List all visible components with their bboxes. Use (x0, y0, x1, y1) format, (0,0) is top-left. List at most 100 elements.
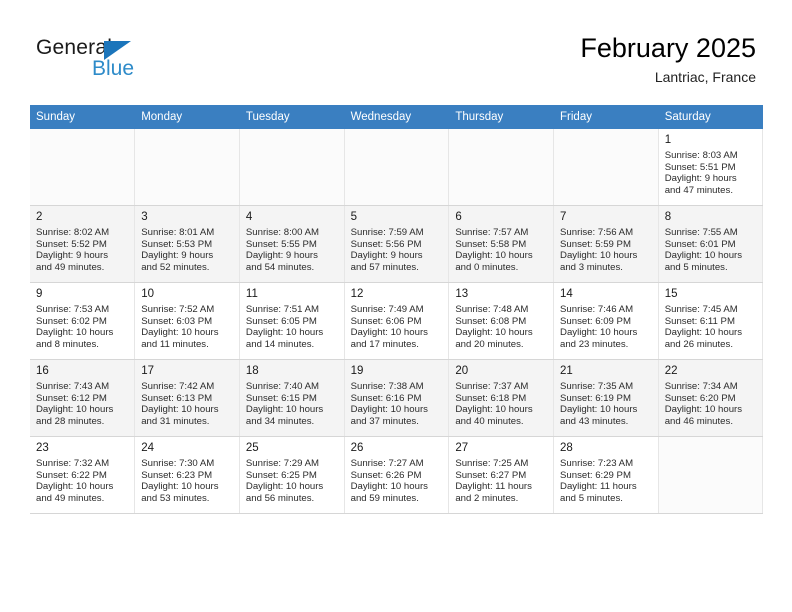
day-sunset-text: Sunset: 6:22 PM (36, 469, 107, 481)
day-number: 19 (350, 365, 364, 377)
weekday-header-friday: Friday (553, 105, 659, 129)
day-sun-info: Sunrise: 7:25 AM Sunset: 6:27 PM Daylight:… (455, 458, 548, 504)
day-daylight-line2-text: and 11 minutes. (141, 338, 209, 350)
weekday-header-tuesday: Tuesday (239, 105, 345, 129)
day-cell-content: 24 Sunrise: 7:30 AM Sunset: 6:23 PM Dayligh… (135, 437, 239, 513)
day-sunset-text: Sunset: 5:59 PM (560, 238, 631, 250)
day-daylight-line2-text: and 49 minutes. (36, 492, 105, 504)
day-sun-info: Sunrise: 7:56 AM Sunset: 5:59 PM Daylight:… (560, 227, 653, 273)
day-daylight-line1-text: Daylight: 10 hours (664, 327, 743, 339)
day-daylight-line2-text: and 56 minutes. (245, 492, 315, 504)
brand-logo[interactable]: General Blue (36, 36, 166, 84)
calendar-day-cell[interactable]: 25 Sunrise: 7:29 AM Sunset: 6:25 PM Dayligh… (239, 436, 345, 514)
calendar-day-cell[interactable]: 24 Sunrise: 7:30 AM Sunset: 6:23 PM Dayligh… (134, 436, 240, 514)
calendar-cell-empty (239, 129, 345, 206)
calendar-day-cell[interactable]: 26 Sunrise: 7:27 AM Sunset: 6:26 PM Dayligh… (344, 436, 450, 514)
calendar-day-cell[interactable]: 12 Sunrise: 7:49 AM Sunset: 6:06 PM Dayligh… (344, 282, 450, 360)
calendar-day-cell[interactable]: 4 Sunrise: 8:00 AM Sunset: 5:55 PM Daylight… (239, 205, 345, 283)
day-sun-info: Sunrise: 7:34 AM Sunset: 6:20 PM Daylight:… (665, 381, 758, 427)
day-sun-info: Sunrise: 7:48 AM Sunset: 6:08 PM Daylight:… (455, 304, 548, 350)
day-sunset-text: Sunset: 5:53 PM (141, 238, 213, 250)
calendar-day-cell[interactable]: 16 Sunrise: 7:43 AM Sunset: 6:12 PM Dayligh… (30, 359, 136, 437)
day-sunset-text: Sunset: 6:20 PM (664, 392, 736, 404)
day-sun-info: Sunrise: 7:46 AM Sunset: 6:09 PM Daylight:… (560, 304, 653, 350)
calendar-day-cell[interactable]: 15 Sunrise: 7:45 AM Sunset: 6:11 PM Dayligh… (658, 282, 764, 360)
day-sunset-text: Sunset: 6:11 PM (664, 315, 735, 327)
day-sunset-text: Sunset: 6:06 PM (350, 315, 422, 327)
day-cell-content: 14 Sunrise: 7:46 AM Sunset: 6:09 PM Dayligh… (554, 283, 658, 359)
calendar-day-cell[interactable]: 23 Sunrise: 7:32 AM Sunset: 6:22 PM Dayligh… (30, 436, 136, 514)
day-sunset-text: Sunset: 6:08 PM (455, 315, 527, 327)
calendar-day-cell[interactable]: 2 Sunrise: 8:02 AM Sunset: 5:52 PM Daylight… (30, 205, 136, 283)
day-number: 12 (350, 288, 364, 300)
day-sun-info: Sunrise: 7:37 AM Sunset: 6:18 PM Daylight:… (455, 381, 548, 427)
day-sun-info: Sunrise: 7:30 AM Sunset: 6:23 PM Daylight:… (141, 458, 234, 504)
day-sun-info: Sunrise: 7:43 AM Sunset: 6:12 PM Daylight:… (36, 381, 129, 427)
day-daylight-line1-text: Daylight: 10 hours (455, 327, 533, 339)
day-daylight-line1-text: Daylight: 10 hours (664, 250, 743, 262)
day-sunrise-text: Sunrise: 7:37 AM (455, 381, 529, 392)
day-sun-info: Sunrise: 7:45 AM Sunset: 6:11 PM Daylight:… (665, 304, 758, 350)
page-header: General Blue February 2025 Lantriac, Fra… (0, 0, 792, 104)
day-daylight-line1-text: Daylight: 9 hours (350, 250, 423, 262)
day-sunrise-text: Sunrise: 7:30 AM (141, 458, 215, 469)
calendar-day-cell[interactable]: 28 Sunrise: 7:23 AM Sunset: 6:29 PM Dayligh… (553, 436, 659, 514)
day-sunset-text: Sunset: 6:03 PM (141, 315, 213, 327)
calendar-day-cell[interactable]: 5 Sunrise: 7:59 AM Sunset: 5:56 PM Daylight… (344, 205, 450, 283)
page-title: February 2025 (580, 33, 756, 63)
day-sunset-text: Sunset: 6:02 PM (36, 315, 107, 327)
day-daylight-line1-text: Daylight: 10 hours (455, 404, 533, 416)
day-cell-content: 23 Sunrise: 7:32 AM Sunset: 6:22 PM Dayligh… (30, 437, 134, 513)
day-daylight-line2-text: and 40 minutes. (455, 415, 524, 427)
day-cell-content: 9 Sunrise: 7:53 AM Sunset: 6:02 PM Daylight… (30, 283, 134, 359)
day-sunrise-text: Sunrise: 7:43 AM (36, 381, 110, 392)
day-daylight-line2-text: and 47 minutes. (664, 184, 733, 196)
day-sun-info: Sunrise: 7:42 AM Sunset: 6:13 PM Daylight:… (141, 381, 234, 427)
day-daylight-line2-text: and 46 minutes. (664, 415, 733, 427)
day-sun-info: Sunrise: 7:52 AM Sunset: 6:03 PM Daylight:… (141, 304, 234, 350)
calendar-day-cell[interactable]: 17 Sunrise: 7:42 AM Sunset: 6:13 PM Dayligh… (134, 359, 240, 437)
calendar-day-cell[interactable]: 3 Sunrise: 8:01 AM Sunset: 5:53 PM Daylight… (134, 205, 240, 283)
calendar-day-cell[interactable]: 27 Sunrise: 7:25 AM Sunset: 6:27 PM Dayligh… (448, 436, 555, 514)
day-daylight-line2-text: and 37 minutes. (350, 415, 419, 427)
day-daylight-line1-text: Daylight: 10 hours (350, 481, 428, 493)
calendar-cell-empty (134, 129, 240, 206)
calendar-day-cell[interactable]: 19 Sunrise: 7:38 AM Sunset: 6:16 PM Dayligh… (344, 359, 450, 437)
day-sunrise-text: Sunrise: 7:42 AM (141, 381, 215, 392)
day-number: 22 (664, 365, 678, 377)
calendar-header-row: Sunday Monday Tuesday Wednesday Thursday… (30, 105, 764, 129)
calendar-day-cell[interactable]: 20 Sunrise: 7:37 AM Sunset: 6:18 PM Dayligh… (448, 359, 555, 437)
calendar-day-cell[interactable]: 10 Sunrise: 7:52 AM Sunset: 6:03 PM Dayligh… (134, 282, 240, 360)
calendar-day-cell[interactable]: 9 Sunrise: 7:53 AM Sunset: 6:02 PM Daylight… (30, 282, 136, 360)
day-sun-info: Sunrise: 7:55 AM Sunset: 6:01 PM Daylight:… (665, 227, 758, 273)
calendar-day-cell[interactable]: 22 Sunrise: 7:34 AM Sunset: 6:20 PM Dayligh… (658, 359, 764, 437)
weekday-header-sunday: Sunday (30, 105, 136, 129)
day-number: 23 (36, 442, 49, 454)
day-sun-info: Sunrise: 7:40 AM Sunset: 6:15 PM Daylight:… (246, 381, 339, 427)
day-sunset-text: Sunset: 6:19 PM (560, 392, 631, 404)
calendar-table: Sunday Monday Tuesday Wednesday Thursday… (30, 105, 764, 514)
calendar-cell-empty (448, 129, 555, 206)
day-number: 15 (664, 288, 678, 300)
day-sunrise-text: Sunrise: 7:55 AM (664, 227, 738, 238)
day-sun-info: Sunrise: 8:00 AM Sunset: 5:55 PM Daylight:… (246, 227, 339, 273)
day-cell-content: 17 Sunrise: 7:42 AM Sunset: 6:13 PM Dayligh… (135, 360, 239, 436)
calendar-day-cell[interactable]: 1 Sunrise: 8:03 AM Sunset: 5:51 PM Daylight… (658, 129, 764, 206)
day-sun-info: Sunrise: 7:38 AM Sunset: 6:16 PM Daylight:… (351, 381, 444, 427)
calendar-day-cell[interactable]: 11 Sunrise: 7:51 AM Sunset: 6:05 PM Dayligh… (239, 282, 345, 360)
day-daylight-line1-text: Daylight: 10 hours (664, 404, 743, 416)
day-cell-content: 5 Sunrise: 7:59 AM Sunset: 5:56 PM Daylight… (345, 206, 449, 282)
calendar-day-cell[interactable]: 21 Sunrise: 7:35 AM Sunset: 6:19 PM Dayligh… (553, 359, 659, 437)
calendar-day-cell[interactable]: 18 Sunrise: 7:40 AM Sunset: 6:15 PM Dayligh… (239, 359, 345, 437)
day-cell-content: 19 Sunrise: 7:38 AM Sunset: 6:16 PM Dayligh… (345, 360, 449, 436)
calendar-day-cell[interactable]: 14 Sunrise: 7:46 AM Sunset: 6:09 PM Dayligh… (553, 282, 659, 360)
calendar-page: General Blue February 2025 Lantriac, Fra… (0, 0, 792, 612)
day-sunrise-text: Sunrise: 7:29 AM (245, 458, 319, 469)
calendar-day-cell[interactable]: 6 Sunrise: 7:57 AM Sunset: 5:58 PM Daylight… (448, 205, 555, 283)
calendar-week-row: 2 Sunrise: 8:02 AM Sunset: 5:52 PM Daylight… (30, 205, 764, 283)
calendar-body: 1 Sunrise: 8:03 AM Sunset: 5:51 PM Daylight… (30, 129, 764, 514)
day-number: 20 (455, 365, 469, 377)
calendar-day-cell[interactable]: 7 Sunrise: 7:56 AM Sunset: 5:59 PM Daylight… (553, 205, 659, 283)
calendar-day-cell[interactable]: 13 Sunrise: 7:48 AM Sunset: 6:08 PM Dayligh… (448, 282, 555, 360)
calendar-day-cell[interactable]: 8 Sunrise: 7:55 AM Sunset: 6:01 PM Daylight… (658, 205, 764, 283)
